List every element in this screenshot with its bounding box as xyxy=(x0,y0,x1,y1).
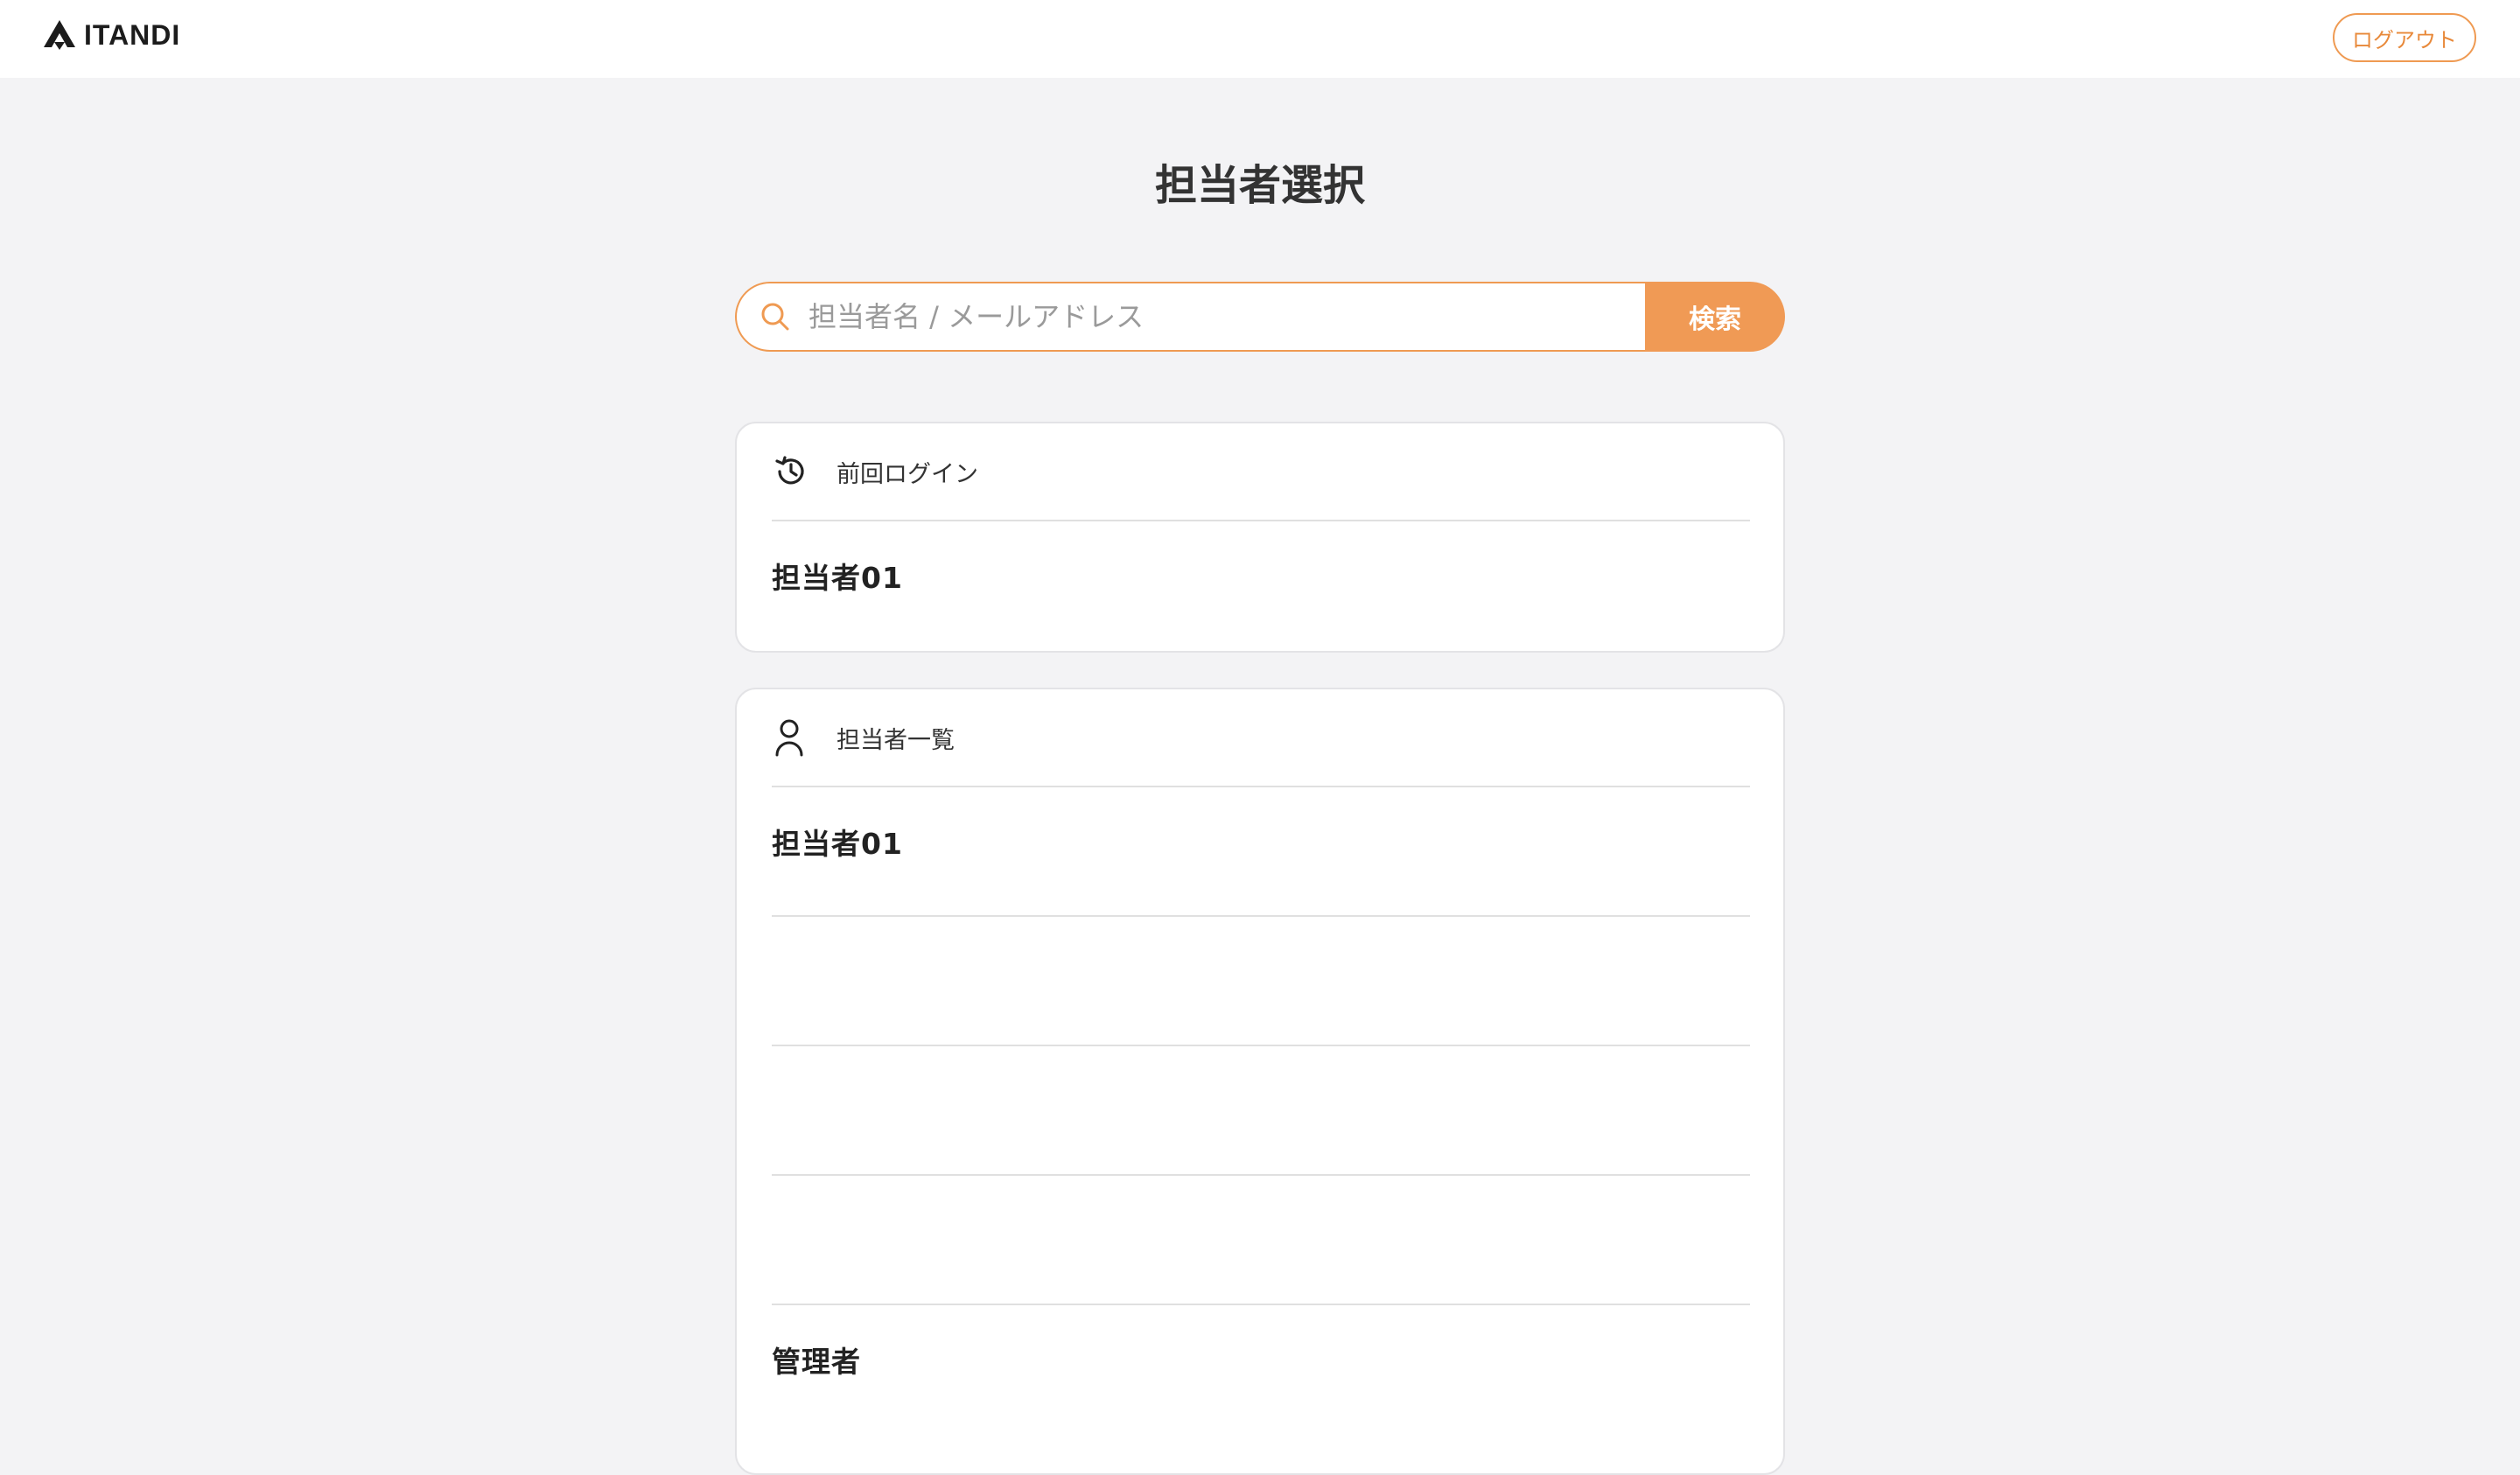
list-item[interactable] xyxy=(772,1176,1750,1305)
top-header: ITANDI ログアウト xyxy=(0,0,2520,78)
itandi-logo[interactable]: ITANDI xyxy=(42,17,180,52)
search-button[interactable]: 検索 xyxy=(1645,282,1785,352)
staff-name: 担当者01 xyxy=(772,827,903,861)
list-item[interactable] xyxy=(772,917,1750,1046)
staff-list-card: 担当者一覧 担当者01 管理者 xyxy=(735,688,1785,1475)
search-icon xyxy=(758,299,793,334)
staff-name: 管理者 xyxy=(772,1345,861,1379)
user-icon xyxy=(772,718,810,757)
last-login-card: 前回ログイン 担当者01 xyxy=(735,422,1785,653)
logo-text: ITANDI xyxy=(84,18,181,51)
history-icon xyxy=(772,452,810,491)
last-login-heading: 前回ログイン xyxy=(836,460,978,488)
staff-name: 担当者01 xyxy=(772,561,903,595)
search-field[interactable] xyxy=(735,282,1648,352)
search-input[interactable] xyxy=(807,299,1648,334)
list-item[interactable] xyxy=(772,1046,1750,1176)
page-title: 担当者選択 xyxy=(1154,161,1365,210)
search-bar: 検索 xyxy=(735,282,1785,352)
staff-list-header: 担当者一覧 xyxy=(772,689,1750,787)
staff-list-heading: 担当者一覧 xyxy=(836,726,955,754)
list-item[interactable]: 担当者01 xyxy=(772,787,1750,917)
logout-button[interactable]: ログアウト xyxy=(2333,13,2476,62)
list-item[interactable]: 担当者01 xyxy=(772,521,1750,651)
itandi-logo-icon xyxy=(44,20,75,50)
last-login-header: 前回ログイン xyxy=(772,423,1750,521)
